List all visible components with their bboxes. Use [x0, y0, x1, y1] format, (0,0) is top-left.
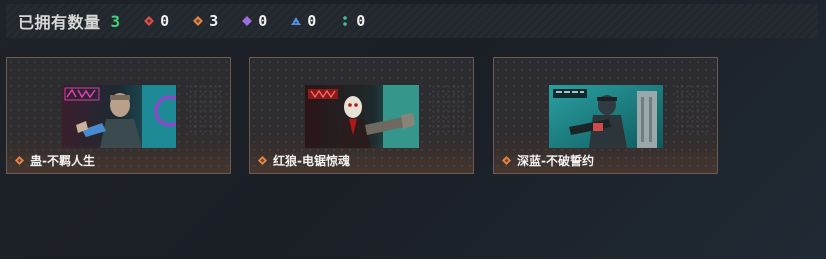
orange-diamond-icon [500, 155, 512, 167]
stat-purple-diamond: 0 [240, 12, 267, 30]
purple-diamond-icon [240, 14, 254, 28]
skin-thumbnail-deep-blue [549, 85, 663, 148]
card-footer: 蛊-不羁人生 [13, 152, 95, 169]
card-pattern [188, 84, 222, 134]
stat-orange-diamond: 3 [191, 12, 218, 30]
card-pattern [431, 84, 465, 134]
teal-dots-count: 0 [356, 12, 366, 30]
skin-thumbnail-red-wolf [305, 85, 419, 148]
card-footer: 红狼-电锯惊魂 [256, 152, 350, 169]
owned-count-bar: 已拥有数量 3 0 3 0 0 0 [6, 4, 818, 38]
skin-card-red-wolf[interactable]: 红狼-电锯惊魂 [249, 57, 474, 174]
stat-red-diamond: 0 [142, 12, 169, 30]
red-diamond-count: 0 [160, 12, 170, 30]
owned-count-total: 3 [110, 11, 121, 31]
red-diamond-icon [142, 14, 156, 28]
orange-diamond-icon [191, 14, 205, 28]
orange-diamond-count: 3 [209, 12, 219, 30]
skin-card-deep-blue[interactable]: 深蓝-不破誓约 [493, 57, 718, 174]
orange-diamond-icon [13, 155, 25, 167]
orange-diamond-icon [256, 155, 268, 167]
card-pattern [675, 84, 709, 134]
purple-diamond-count: 0 [258, 12, 268, 30]
stat-teal-dots: 0 [338, 12, 365, 30]
teal-dots-icon [338, 14, 352, 28]
skin-thumbnail-gu [62, 85, 176, 148]
skin-name: 深蓝-不破誓约 [517, 154, 594, 168]
skin-name: 蛊-不羁人生 [30, 154, 95, 168]
owned-count-label: 已拥有数量 [18, 13, 101, 32]
skin-card-gu[interactable]: 蛊-不羁人生 [6, 57, 231, 174]
blue-triangle-icon [289, 14, 303, 28]
card-footer: 深蓝-不破誓约 [500, 152, 594, 169]
blue-triangle-count: 0 [307, 12, 317, 30]
stat-blue-triangle: 0 [289, 12, 316, 30]
skin-name: 红狼-电锯惊魂 [273, 154, 350, 168]
